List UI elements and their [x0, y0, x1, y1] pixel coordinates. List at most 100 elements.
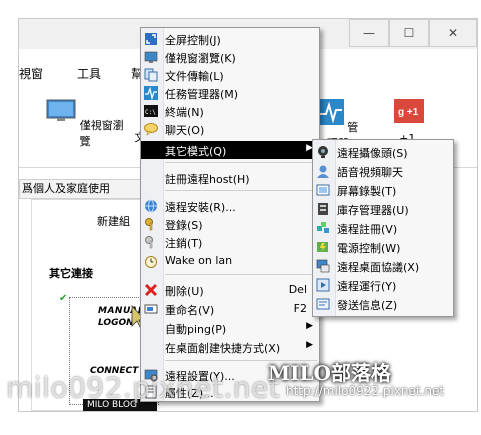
chat-icon: [144, 123, 158, 136]
menu-item-register-remote-host[interactable]: 註冊遠程host(H): [141, 169, 319, 187]
menu-item-window-view[interactable]: 僅視窗瀏覽(K): [141, 48, 319, 66]
menu-item-label: 註冊遠程host(H): [165, 173, 250, 186]
menu-item-terminal[interactable]: C:\ 終端(N): [141, 102, 319, 120]
submenu-item-label: 遠程攝像頭(S): [337, 147, 408, 160]
menu-item-label: 聊天(O): [165, 124, 205, 137]
menu-item-label: 全屏控制(J): [165, 34, 221, 47]
menu-item-logout[interactable]: 注銷(T): [141, 233, 319, 251]
maximize-button[interactable]: ☐: [389, 19, 429, 47]
menu-item-other-modes[interactable]: 其它模式(Q) ▶: [141, 141, 319, 159]
webcam-icon: [318, 146, 328, 158]
menu-item-chat[interactable]: 聊天(O): [141, 120, 319, 138]
watermark-url-small: http://milo0922.pixnet.net: [286, 384, 445, 398]
monitor-icon: [46, 99, 76, 121]
submenu-item-label: 遠程運行(Y): [337, 280, 397, 293]
toolbar-view-only-label: 僅視窗瀏覽: [79, 119, 124, 148]
menu-item-delete[interactable]: 刪除(U) Del: [141, 281, 319, 299]
submenu-item-remote-run[interactable]: 遠程運行(Y): [313, 276, 453, 294]
menu-item-login[interactable]: 登錄(S): [141, 215, 319, 233]
rename-icon: [144, 304, 158, 314]
watermark-blog-title: MILO部落格: [268, 361, 391, 385]
menu-item-shortcut: F2: [293, 302, 307, 315]
other-connections-heading: 其它連接: [49, 267, 93, 280]
svg-text:g +1: g +1: [398, 107, 419, 118]
delete-icon: [144, 283, 158, 297]
menu-item-label: 任務管理器(M): [165, 88, 239, 101]
svg-text:C:\: C:\: [145, 109, 156, 116]
submenu-item-remote-registry[interactable]: 遠程註冊(V): [313, 219, 453, 237]
submenu-item-remote-webcam[interactable]: 遠程攝像頭(S): [313, 143, 453, 161]
submenu-item-screen-recording[interactable]: 屏幕錄製(T): [313, 181, 453, 199]
fullscreen-icon: [145, 33, 157, 45]
minimize-icon: —: [363, 26, 375, 40]
submenu-item-label: 遠程註冊(V): [337, 223, 398, 236]
window-view-icon: [144, 51, 158, 63]
menu-item-label: 登錄(S): [165, 219, 203, 232]
remote-run-icon: [316, 278, 330, 292]
submenu-item-power-control[interactable]: 電源控制(W): [313, 238, 453, 256]
menu-separator: [165, 274, 317, 275]
menu-item-label: 其它模式(Q): [165, 145, 227, 158]
submenu-item-remote-desktop-protocol[interactable]: 遠程桌面協議(X): [313, 257, 453, 275]
task-manager-icon: [144, 86, 158, 100]
login-key-icon: [145, 218, 153, 231]
submenu-item-send-message[interactable]: 發送信息(Z): [313, 295, 453, 313]
submenu-item-label: 屏幕錄製(T): [337, 185, 397, 198]
voice-chat-icon: [317, 165, 329, 178]
other-modes-submenu: 遠程攝像頭(S) 語音視頻聊天 屏幕錄製(T) 庫存管理器(U) 遠程註冊(V)…: [312, 139, 454, 317]
send-message-icon: [316, 298, 330, 310]
menu-item-label: 僅視窗瀏覽(K): [165, 52, 236, 65]
menu-item-file-transfer[interactable]: 文件傳輸(L): [141, 66, 319, 84]
menu-item-rename[interactable]: 重命名(V) F2: [141, 300, 319, 318]
thumbnail-text-logon: LOGON: [98, 318, 134, 328]
menu-item-label: 遠程安裝(R)...: [165, 201, 236, 214]
menu-separator: [165, 162, 317, 163]
submenu-item-label: 發送信息(Z): [337, 299, 398, 312]
submenu-arrow-icon: ▶: [306, 321, 313, 331]
submenu-item-label: 庫存管理器(U): [337, 204, 409, 217]
submenu-item-label: 語音視頻聊天: [337, 166, 403, 179]
remote-install-icon: [145, 199, 157, 213]
menu-item-shortcut: Del: [288, 283, 307, 296]
new-group-label[interactable]: 新建組: [97, 213, 130, 229]
menu-item-create-desktop-shortcut[interactable]: 在桌面創建快捷方式(X) ▶: [141, 338, 319, 356]
menu-window[interactable]: 視窗: [19, 65, 43, 82]
menu-separator: [165, 190, 317, 191]
task-manager-icon: [317, 99, 344, 125]
menu-item-label: 刪除(U): [165, 285, 204, 298]
context-menu: 全屏控制(J) 僅視窗瀏覽(K) 文件傳輸(L) 任務管理器(M) C:\ 終端…: [140, 27, 320, 402]
menu-item-fullscreen-control[interactable]: 全屏控制(J): [141, 30, 319, 48]
menu-item-label: 自動ping(P): [165, 323, 227, 336]
registry-icon: [317, 222, 329, 233]
alarm-clock-icon: [145, 256, 157, 268]
toolbar-view-only-button[interactable]: 僅視窗瀏覽: [45, 99, 125, 149]
submenu-item-label: 遠程桌面協議(X): [337, 261, 420, 274]
menu-item-label: 注銷(T): [165, 237, 203, 250]
close-button[interactable]: ✕: [429, 19, 477, 47]
watermark-url-large: milo092.pixnet.net: [6, 371, 281, 404]
submenu-item-inventory-manager[interactable]: 庫存管理器(U): [313, 200, 453, 218]
submenu-arrow-icon: ▶: [306, 340, 313, 350]
menu-item-label: 在桌面創建快捷方式(X): [165, 342, 281, 355]
submenu-item-voice-video-chat[interactable]: 語音視頻聊天: [313, 162, 453, 180]
logout-key-icon: [145, 236, 153, 249]
plus-one-icon: g +1: [394, 99, 424, 123]
menu-item-label: 文件傳輸(L): [165, 70, 224, 83]
menu-item-label: Wake on lan: [165, 254, 233, 267]
power-icon: [317, 242, 328, 252]
menu-item-task-manager[interactable]: 任務管理器(M): [141, 84, 319, 102]
menu-item-label: 終端(N): [165, 106, 204, 119]
menu-item-auto-ping[interactable]: 自動ping(P) ▶: [141, 319, 319, 337]
rdp-icon: [316, 259, 330, 273]
close-icon: ✕: [447, 26, 459, 40]
submenu-item-label: 電源控制(W): [337, 242, 401, 255]
file-transfer-icon: [144, 68, 158, 82]
menu-tools[interactable]: 工具: [77, 65, 101, 82]
maximize-icon: ☐: [403, 26, 415, 40]
inventory-icon: [318, 203, 328, 215]
minimize-button[interactable]: —: [349, 19, 389, 47]
screen-record-icon: [316, 184, 330, 196]
menu-item-wake-on-lan[interactable]: Wake on lan: [141, 252, 319, 270]
menu-item-remote-install[interactable]: 遠程安裝(R)...: [141, 197, 319, 215]
terminal-icon: C:\: [144, 105, 158, 117]
